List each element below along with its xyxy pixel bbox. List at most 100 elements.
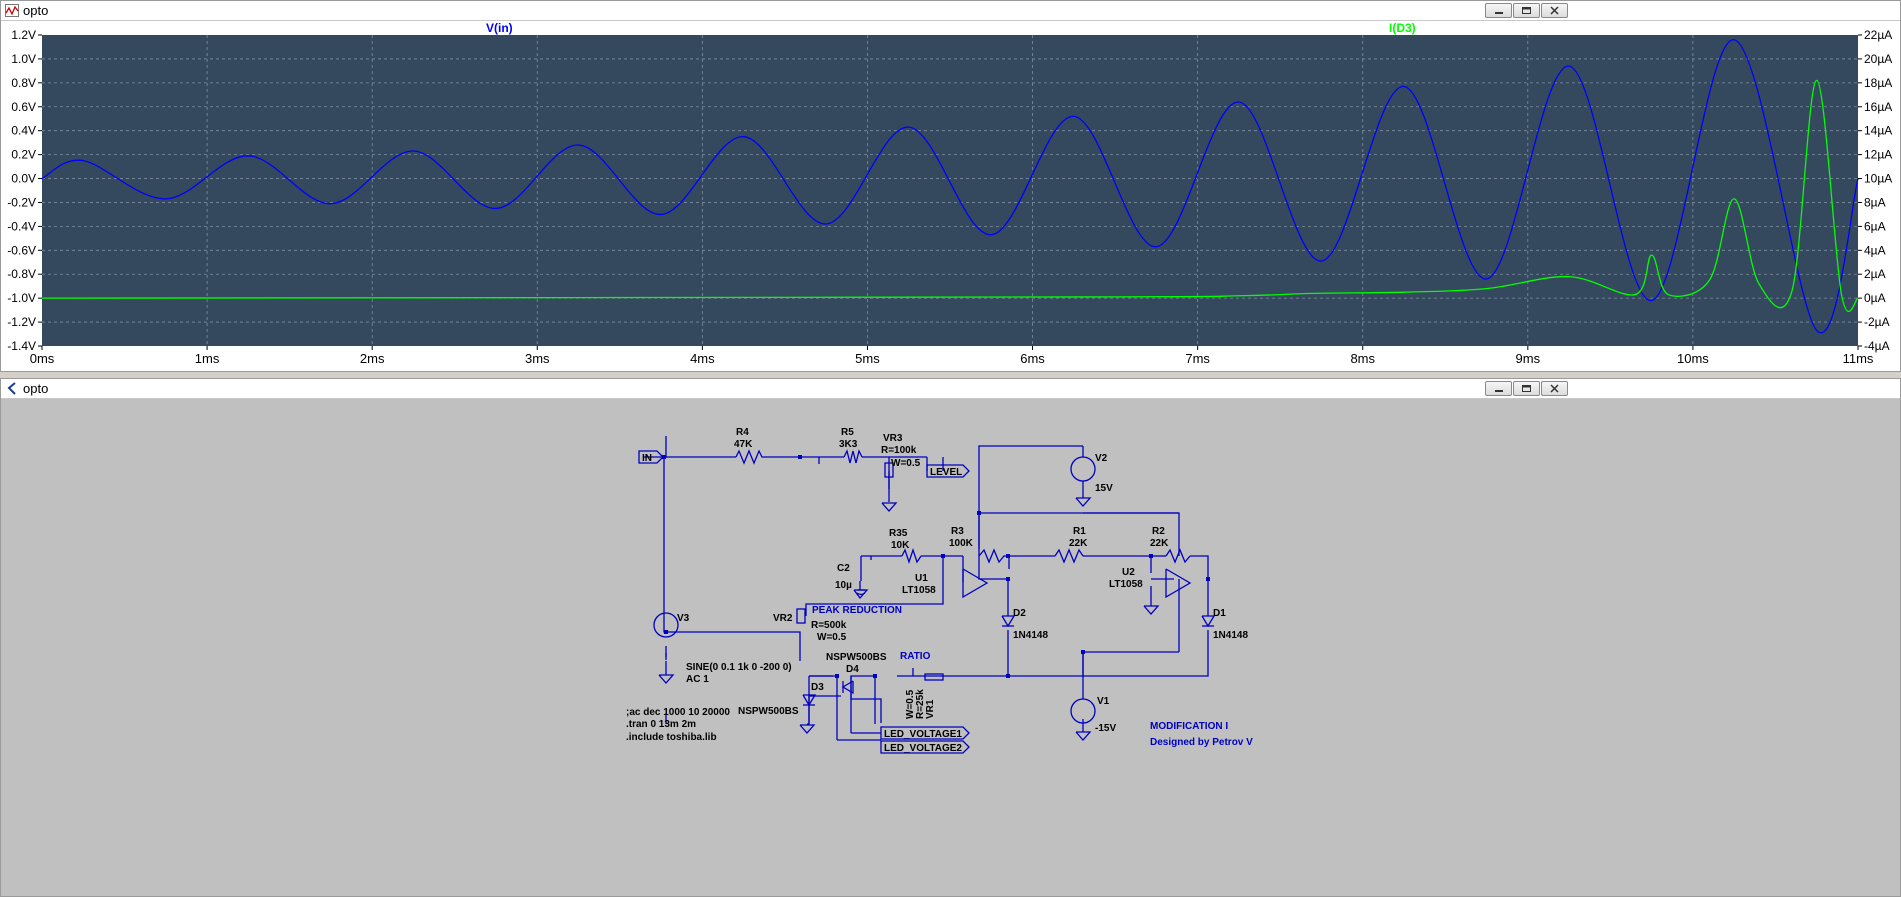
svg-text:R1: R1 bbox=[1073, 526, 1086, 537]
restore-icon bbox=[1522, 385, 1531, 392]
svg-text:.tran 0 13m 2m: .tran 0 13m 2m bbox=[626, 719, 696, 730]
svg-text:MODIFICATION I: MODIFICATION I bbox=[1150, 721, 1228, 732]
svg-text:AC 1: AC 1 bbox=[686, 674, 709, 685]
waveform-plot[interactable]: 0ms 1ms 2ms 3ms 4ms 5ms 6ms 7ms 8ms 9ms 10ms 11ms 1… bbox=[1, 21, 1900, 371]
y-left-tick-label: 1.2V bbox=[11, 28, 36, 42]
svg-text:R=100k: R=100k bbox=[881, 445, 917, 456]
svg-text:R3: R3 bbox=[951, 526, 964, 537]
plot-pane[interactable]: 0ms 1ms 2ms 3ms 4ms 5ms 6ms 7ms 8ms 9ms 10ms 11ms 1… bbox=[1, 21, 1900, 371]
y-left-tick-label: 0.8V bbox=[11, 76, 36, 90]
svg-text:LEVEL: LEVEL bbox=[930, 467, 962, 478]
svg-text:U2: U2 bbox=[1122, 567, 1135, 578]
y-right-tick-label: 0µA bbox=[1864, 291, 1886, 305]
plot-area[interactable] bbox=[42, 35, 1858, 346]
svg-text:Designed by Petrov V: Designed by Petrov V bbox=[1150, 737, 1253, 748]
y-right-axis-ticks: 22µA 20µA 18µA 16µA 14µA 12µA 10µA 8µA 6µA 4µA 2µA… bbox=[1858, 28, 1892, 353]
svg-text:D3: D3 bbox=[811, 682, 824, 693]
minimize-button[interactable] bbox=[1485, 3, 1512, 18]
svg-text:NSPW500BS: NSPW500BS bbox=[826, 652, 887, 663]
y-right-tick-label: -4µA bbox=[1864, 339, 1890, 353]
svg-text:R=25k: R=25k bbox=[915, 689, 926, 719]
waveform-window: opto 0ms 1ms 2ms 3ms 4ms 5ms 6ms 7ms 8ms 9ms 10ms 1… bbox=[0, 0, 1901, 372]
x-tick-label: 10ms bbox=[1677, 351, 1709, 366]
svg-text:R4: R4 bbox=[736, 427, 749, 438]
svg-text:;ac dec 1000 10 20000: ;ac dec 1000 10 20000 bbox=[626, 707, 730, 718]
y-right-tick-label: 6µA bbox=[1864, 219, 1886, 233]
schematic-drawing[interactable]: R4 47K R5 3K3 VR3 R=100k W=0.5 R35 10K R… bbox=[1, 399, 1900, 896]
y-left-tick-label: 0.4V bbox=[11, 124, 36, 138]
svg-text:.include toshiba.lib: .include toshiba.lib bbox=[626, 732, 717, 743]
y-left-tick-label: 0.0V bbox=[11, 172, 36, 186]
close-button[interactable] bbox=[1541, 3, 1568, 18]
schematic-canvas[interactable]: R4 47K R5 3K3 VR3 R=100k W=0.5 R35 10K R… bbox=[1, 399, 1900, 896]
y-left-axis-ticks: 1.2V 1.0V 0.8V 0.6V 0.4V 0.2V 0.0V -0.2V -0.4V -0… bbox=[7, 28, 42, 353]
svg-text:VR3: VR3 bbox=[883, 433, 903, 444]
restore-icon bbox=[1522, 7, 1531, 14]
svg-text:22K: 22K bbox=[1150, 538, 1169, 549]
x-tick-label: 0ms bbox=[30, 351, 55, 366]
window-title: opto bbox=[23, 3, 49, 18]
y-right-tick-label: 8µA bbox=[1864, 195, 1886, 209]
svg-text:IN: IN bbox=[642, 453, 652, 464]
restore-button[interactable] bbox=[1513, 381, 1540, 396]
y-left-tick-label: -0.4V bbox=[7, 219, 36, 233]
svg-text:1N4148: 1N4148 bbox=[1013, 630, 1048, 641]
y-left-tick-label: -1.2V bbox=[7, 315, 36, 329]
svg-text:LED_VOLTAGE2: LED_VOLTAGE2 bbox=[884, 743, 962, 754]
minimize-icon bbox=[1495, 12, 1503, 14]
x-tick-label: 3ms bbox=[525, 351, 550, 366]
y-left-tick-label: 0.2V bbox=[11, 148, 36, 162]
y-left-tick-label: -1.0V bbox=[7, 291, 36, 305]
legend-vin[interactable]: V(in) bbox=[486, 21, 513, 35]
svg-text:15V: 15V bbox=[1095, 483, 1113, 494]
x-tick-label: 1ms bbox=[195, 351, 220, 366]
close-icon bbox=[1550, 384, 1559, 393]
y-right-tick-label: 2µA bbox=[1864, 267, 1886, 281]
y-right-tick-label: 14µA bbox=[1864, 124, 1892, 138]
y-right-tick-label: 10µA bbox=[1864, 172, 1892, 186]
waveform-titlebar[interactable]: opto bbox=[1, 1, 1900, 21]
y-left-tick-label: -0.2V bbox=[7, 195, 36, 209]
x-tick-label: 11ms bbox=[1843, 351, 1874, 366]
svg-text:V3: V3 bbox=[677, 613, 690, 624]
svg-text:-15V: -15V bbox=[1095, 723, 1116, 734]
y-right-tick-label: 16µA bbox=[1864, 100, 1892, 114]
x-tick-label: 6ms bbox=[1020, 351, 1045, 366]
svg-text:D2: D2 bbox=[1013, 608, 1026, 619]
svg-text:22K: 22K bbox=[1069, 538, 1088, 549]
y-left-tick-label: -0.6V bbox=[7, 243, 36, 257]
schematic-icon bbox=[7, 382, 16, 395]
svg-text:LT1058: LT1058 bbox=[1109, 579, 1143, 590]
waveform-icon bbox=[5, 4, 19, 17]
x-tick-label: 8ms bbox=[1350, 351, 1375, 366]
y-right-tick-label: 22µA bbox=[1864, 28, 1892, 42]
y-left-tick-label: 0.6V bbox=[11, 100, 36, 114]
x-tick-label: 5ms bbox=[855, 351, 880, 366]
svg-text:R=500k: R=500k bbox=[811, 620, 847, 631]
svg-text:10K: 10K bbox=[891, 540, 910, 551]
svg-text:W=0.5: W=0.5 bbox=[891, 458, 921, 469]
svg-text:VR1: VR1 bbox=[925, 699, 936, 719]
schematic-titlebar[interactable]: opto bbox=[1, 379, 1900, 399]
legend-id3[interactable]: I(D3) bbox=[1389, 21, 1416, 35]
svg-text:LT1058: LT1058 bbox=[902, 585, 936, 596]
svg-text:W=0.5: W=0.5 bbox=[905, 689, 916, 719]
y-left-tick-label: -1.4V bbox=[7, 339, 36, 353]
schematic-window: opto R4 47K R5 3K3 VR3 R=100k W=0.5 R35 … bbox=[0, 378, 1901, 897]
svg-text:C2: C2 bbox=[837, 563, 850, 574]
x-tick-label: 9ms bbox=[1516, 351, 1541, 366]
svg-text:RATIO: RATIO bbox=[900, 651, 931, 662]
svg-text:V1: V1 bbox=[1097, 696, 1110, 707]
minimize-button[interactable] bbox=[1485, 381, 1512, 396]
y-right-tick-label: 12µA bbox=[1864, 148, 1892, 162]
svg-text:10µ: 10µ bbox=[835, 580, 852, 591]
svg-text:R5: R5 bbox=[841, 427, 854, 438]
close-button[interactable] bbox=[1541, 381, 1568, 396]
restore-button[interactable] bbox=[1513, 3, 1540, 18]
y-left-tick-label: 1.0V bbox=[11, 52, 36, 66]
svg-text:D4: D4 bbox=[846, 664, 859, 675]
x-tick-label: 2ms bbox=[360, 351, 385, 366]
y-right-tick-label: 18µA bbox=[1864, 76, 1892, 90]
y-right-tick-label: 4µA bbox=[1864, 243, 1886, 257]
svg-text:SINE(0 0.1 1k 0 -200 0): SINE(0 0.1 1k 0 -200 0) bbox=[686, 662, 792, 673]
